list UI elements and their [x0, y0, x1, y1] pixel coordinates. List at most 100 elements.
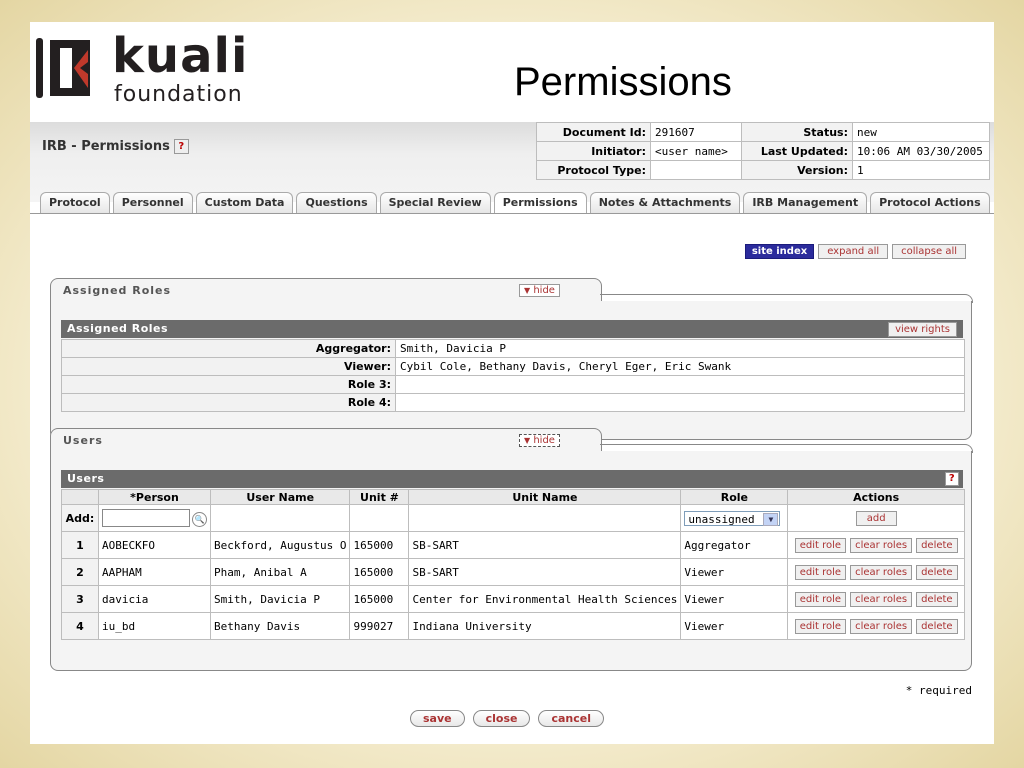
delete-button[interactable]: delete	[916, 591, 958, 607]
help-icon[interactable]: ?	[945, 472, 959, 486]
col-unit-number: Unit #	[349, 489, 410, 505]
version-value: 1	[852, 160, 990, 180]
search-icon[interactable]: 🔍	[192, 512, 207, 527]
expand-all-button[interactable]: expand all	[818, 244, 889, 259]
site-index-button[interactable]: site index	[744, 244, 815, 259]
initiator-label: Initiator:	[536, 141, 651, 161]
tab-permissions[interactable]: Permissions	[493, 192, 587, 214]
user-name-cell: Bethany Davis	[209, 612, 351, 640]
logo-bar	[36, 38, 43, 98]
add-button[interactable]: add	[855, 510, 897, 526]
tab-personnel[interactable]: Personnel	[112, 192, 193, 213]
user-name-cell: Beckford, Augustus O	[209, 531, 351, 559]
role-row: Aggregator: Smith, Davicia P	[61, 339, 965, 358]
cancel-button[interactable]: cancel	[538, 710, 604, 727]
role-cell: Viewer	[680, 558, 789, 586]
hide-label: hide	[533, 285, 555, 296]
role-select-value: unassigned	[688, 512, 755, 526]
assigned-roles-section-header: Assigned Roles view rights	[61, 320, 963, 338]
col-person: *Person	[98, 489, 211, 505]
edit-role-button[interactable]: edit role	[794, 564, 847, 580]
tab-notes-attachments[interactable]: Notes & Attachments	[589, 192, 741, 213]
assigned-roles-section-title: Assigned Roles	[67, 322, 169, 335]
required-note: * required	[905, 684, 972, 697]
chevron-down-icon: ▼	[763, 512, 779, 526]
unit-name-cell: Center for Environmental Health Sciences	[408, 585, 682, 613]
role-row: Role 3:	[61, 375, 965, 394]
actions-cell: edit role clear roles delete	[787, 585, 965, 613]
row-number: 3	[61, 585, 99, 613]
clear-roles-button[interactable]: clear roles	[850, 537, 913, 553]
doc-id-label: Document Id:	[536, 122, 651, 142]
table-row: 4 iu_bd Bethany Davis 999027 Indiana Uni…	[61, 612, 965, 640]
triangle-down-icon: ▼	[524, 286, 531, 295]
users-panel: Users ▼ hide Users ? *Person User Name U…	[50, 428, 973, 672]
person-input[interactable]	[102, 509, 190, 527]
edit-role-button[interactable]: edit role	[794, 591, 847, 607]
tab-questions[interactable]: Questions	[296, 192, 377, 213]
delete-button[interactable]: delete	[916, 564, 958, 580]
unit-name-cell: SB-SART	[408, 531, 682, 559]
tab-bar: Protocol Personnel Custom Data Questions…	[40, 192, 993, 214]
clear-roles-button[interactable]: clear roles	[850, 618, 913, 634]
users-hide-button[interactable]: ▼ hide	[519, 434, 560, 447]
tab-special-review[interactable]: Special Review	[379, 192, 491, 213]
logo-word-kuali: kuali	[112, 28, 249, 84]
users-section-header: Users ?	[61, 470, 963, 488]
person-cell: AOBECKFO	[98, 531, 211, 559]
role-label: Role 4:	[61, 393, 396, 412]
help-icon[interactable]: ?	[173, 139, 189, 154]
assigned-roles-hide-button[interactable]: ▼ hide	[519, 284, 560, 297]
users-table: *Person User Name Unit # Unit Name Role …	[61, 489, 965, 640]
protocol-type-value	[650, 160, 742, 180]
role-label: Role 3:	[61, 375, 396, 394]
unit-cell: 999027	[349, 612, 410, 640]
person-cell: AAPHAM	[98, 558, 211, 586]
role-row: Role 4:	[61, 393, 965, 412]
users-panel-tab: Users ▼ hide	[50, 428, 602, 453]
save-button[interactable]: save	[410, 710, 465, 727]
close-button[interactable]: close	[472, 710, 531, 727]
edit-role-button[interactable]: edit role	[794, 618, 847, 634]
clear-roles-button[interactable]: clear roles	[850, 564, 913, 580]
col-unit-name: Unit Name	[408, 489, 682, 505]
row-number: 1	[61, 531, 99, 559]
person-cell: davicia	[98, 585, 211, 613]
tab-protocol-actions[interactable]: Protocol Actions	[870, 192, 990, 213]
tab-irb-management[interactable]: IRB Management	[743, 192, 868, 213]
initiator-value: <user name>	[650, 141, 742, 161]
add-unit-name-cell	[408, 504, 682, 532]
collapse-all-button[interactable]: collapse all	[892, 244, 966, 259]
document-title-text: IRB - Permissions	[42, 139, 170, 154]
triangle-down-icon: ▼	[524, 436, 531, 445]
unit-name-cell: Indiana University	[408, 612, 682, 640]
slide-title: Permissions	[514, 60, 732, 104]
actions-cell: edit role clear roles delete	[787, 612, 965, 640]
role-cell: Viewer	[680, 585, 789, 613]
role-row: Viewer: Cybil Cole, Bethany Davis, Cheryl…	[61, 357, 965, 376]
role-value: Smith, Davicia P	[395, 339, 965, 358]
table-row: 2 AAPHAM Pham, Anibal A 165000 SB-SART V…	[61, 558, 965, 586]
actions-cell: edit role clear roles delete	[787, 531, 965, 559]
edit-role-button[interactable]: edit role	[794, 537, 847, 553]
role-value: Cybil Cole, Bethany Davis, Cheryl Eger, …	[395, 357, 965, 376]
users-section-title: Users	[67, 472, 105, 485]
assigned-roles-panel: Assigned Roles ▼ hide Assigned Roles vie…	[50, 278, 973, 440]
logo-k-mark-icon	[50, 40, 90, 96]
tab-protocol[interactable]: Protocol	[40, 192, 110, 213]
actions-cell: edit role clear roles delete	[787, 558, 965, 586]
clear-roles-button[interactable]: clear roles	[850, 591, 913, 607]
last-updated-label: Last Updated:	[741, 141, 853, 161]
delete-button[interactable]: delete	[916, 618, 958, 634]
view-rights-button[interactable]: view rights	[888, 322, 957, 337]
document-info-table: Document Id: 291607 Status: new Initiato…	[536, 122, 990, 180]
role-select[interactable]: unassigned ▼	[684, 510, 781, 526]
tab-custom-data[interactable]: Custom Data	[195, 192, 294, 213]
assigned-roles-panel-body: Assigned Roles view rights Aggregator: Sm…	[50, 301, 972, 440]
add-user-row: Add: 🔍 unassigned ▼ add	[61, 504, 965, 532]
top-buttons: site index expand all collapse all	[744, 244, 966, 259]
role-value	[395, 375, 965, 394]
status-label: Status:	[741, 122, 853, 142]
hide-label: hide	[533, 435, 555, 446]
delete-button[interactable]: delete	[916, 537, 958, 553]
